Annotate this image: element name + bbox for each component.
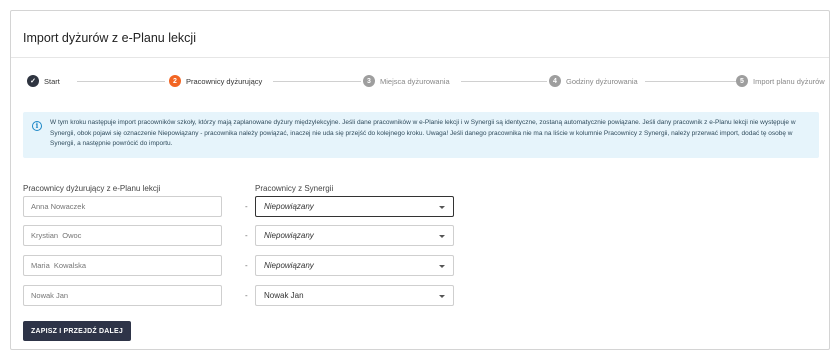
select-value: Niepowiązany	[264, 261, 314, 270]
step-label: Import planu dyżurów	[753, 76, 825, 86]
mapping-row: - Niepowiązany	[23, 196, 455, 217]
chevron-down-icon	[439, 235, 445, 238]
step-godziny[interactable]: 4 Godziny dyżurowania	[549, 74, 638, 88]
row-separator: -	[245, 291, 248, 300]
step-number: 3	[363, 75, 375, 87]
synergia-employee-select[interactable]: Niepowiązany	[255, 196, 454, 217]
info-icon: i	[32, 121, 42, 131]
chevron-down-icon	[439, 206, 445, 209]
step-miejsca[interactable]: 3 Miejsca dyżurowania	[363, 74, 450, 88]
eplan-employee-input[interactable]	[23, 255, 222, 276]
eplan-employee-input[interactable]	[23, 196, 222, 217]
select-value: Niepowiązany	[264, 202, 314, 211]
stepper: ✓ Start 2 Pracownicy dyżurujący 3 Miejsc…	[27, 74, 825, 88]
synergia-employee-select[interactable]: Niepowiązany	[255, 225, 454, 246]
row-separator: -	[245, 202, 248, 211]
column-header-eplan: Pracownicy dyżurujący z e-Planu lekcji	[23, 184, 161, 193]
eplan-employee-input[interactable]	[23, 285, 222, 306]
select-value: Nowak Jan	[264, 291, 304, 300]
stepper-connector	[273, 81, 361, 82]
page-title: Import dyżurów z e-Planu lekcji	[23, 31, 196, 45]
row-separator: -	[245, 261, 248, 270]
mapping-row: - Nowak Jan	[23, 285, 455, 306]
stepper-connector	[645, 81, 737, 82]
row-separator: -	[245, 231, 248, 240]
stepper-connector	[77, 81, 165, 82]
stepper-connector	[461, 81, 547, 82]
step-label: Pracownicy dyżurujący	[186, 76, 263, 86]
step-start[interactable]: ✓ Start	[27, 74, 60, 88]
header-divider	[11, 57, 829, 58]
info-box: i W tym kroku następuje import pracownik…	[23, 112, 819, 158]
step-pracownicy[interactable]: 2 Pracownicy dyżurujący	[169, 74, 262, 88]
eplan-employee-input[interactable]	[23, 225, 222, 246]
mapping-row: - Niepowiązany	[23, 255, 455, 276]
step-label: Start	[44, 76, 60, 86]
check-icon: ✓	[27, 75, 39, 87]
column-header-synergia: Pracownicy z Synergii	[255, 184, 334, 193]
chevron-down-icon	[439, 265, 445, 268]
step-number: 4	[549, 75, 561, 87]
chevron-down-icon	[439, 295, 445, 298]
step-number: 2	[169, 75, 181, 87]
save-and-continue-button[interactable]: ZAPISZ I PRZEJDŹ DALEJ	[23, 321, 131, 341]
step-import[interactable]: 5 Import planu dyżurów	[736, 74, 825, 88]
synergia-employee-select[interactable]: Nowak Jan	[255, 285, 454, 306]
step-number: 5	[736, 75, 748, 87]
step-label: Miejsca dyżurowania	[380, 76, 450, 86]
step-label: Godziny dyżurowania	[566, 76, 638, 86]
select-value: Niepowiązany	[264, 231, 314, 240]
import-card: Import dyżurów z e-Planu lekcji ✓ Start …	[10, 10, 830, 350]
info-text: W tym kroku następuje import pracowników…	[50, 119, 796, 147]
synergia-employee-select[interactable]: Niepowiązany	[255, 255, 454, 276]
mapping-row: - Niepowiązany	[23, 225, 455, 246]
